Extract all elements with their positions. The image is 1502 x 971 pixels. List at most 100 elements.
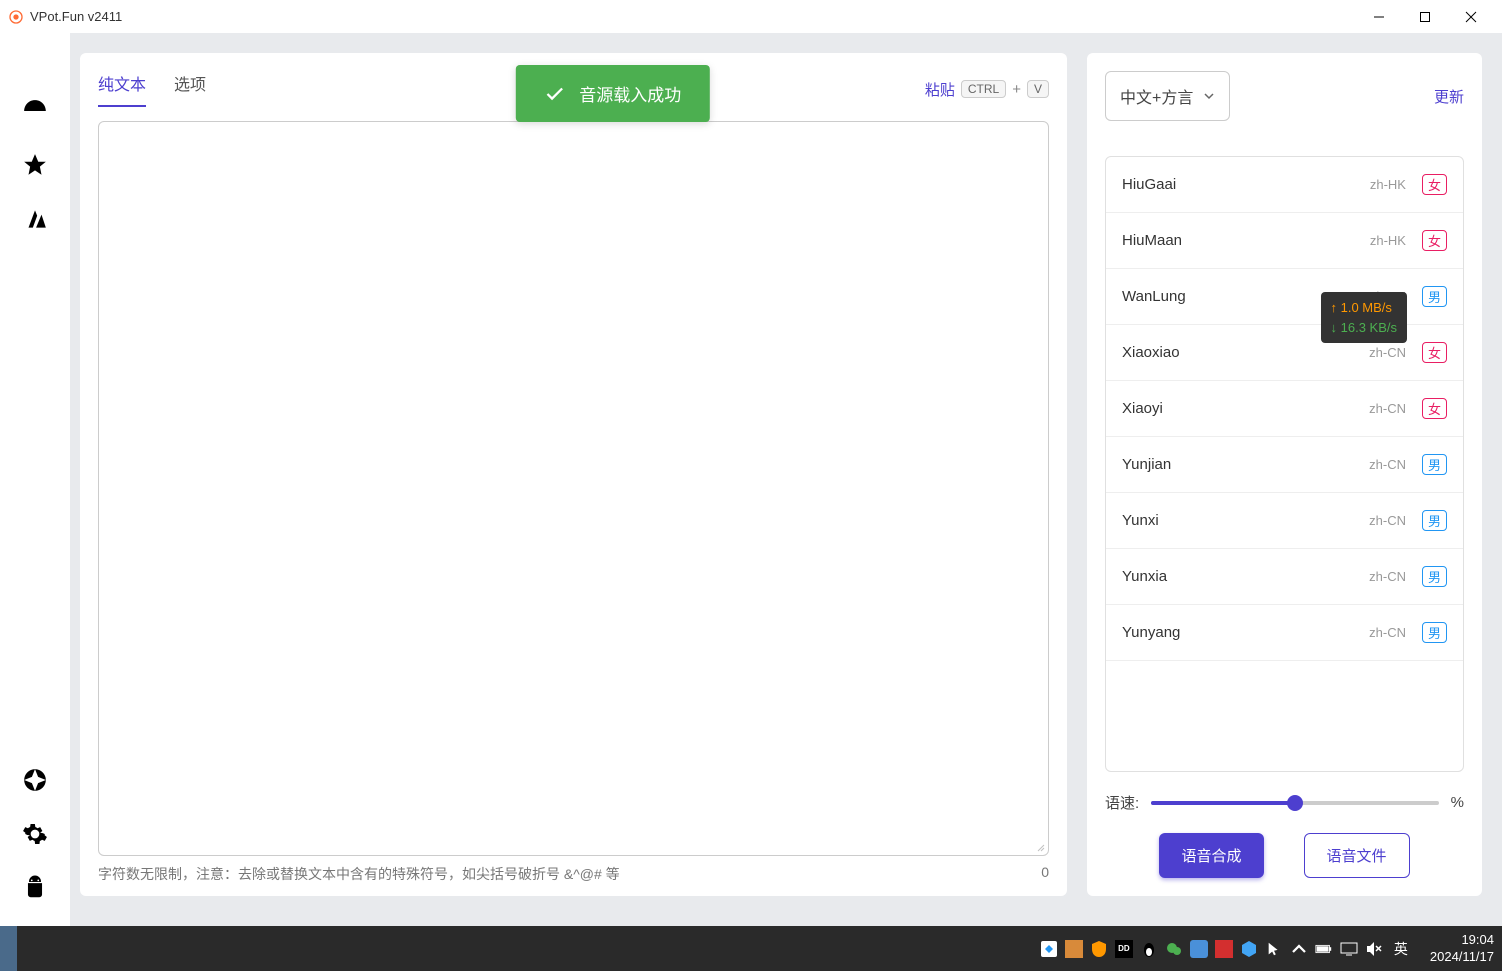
star-icon[interactable] — [22, 152, 48, 178]
voice-item[interactable]: Xiaoxiao zh-CN 女 — [1106, 325, 1463, 381]
voice-locale: zh-CN — [1369, 569, 1406, 584]
check-icon — [543, 83, 565, 105]
voice-name: Yunxi — [1122, 512, 1159, 529]
voice-name: HiuGaai — [1122, 176, 1176, 193]
gender-badge: 男 — [1422, 622, 1447, 643]
voice-name: HiuMaan — [1122, 232, 1182, 249]
maximize-button[interactable] — [1402, 1, 1448, 33]
tray-icon-window[interactable] — [1065, 940, 1083, 958]
voice-locale: zh-CN — [1369, 345, 1406, 360]
voice-name: Yunyang — [1122, 624, 1180, 641]
voice-locale: zh-HK — [1370, 233, 1406, 248]
tray-icon-diamond[interactable] — [1040, 940, 1058, 958]
gender-badge: 男 — [1422, 566, 1447, 587]
gear-icon[interactable] — [22, 821, 48, 847]
tray-expand-icon[interactable] — [1290, 940, 1308, 958]
battery-icon[interactable] — [1315, 940, 1333, 958]
screen-icon[interactable] — [1340, 940, 1358, 958]
voice-locale: zh-CN — [1369, 457, 1406, 472]
toast-text: 音源载入成功 — [579, 81, 681, 106]
synthesize-button[interactable]: 语音合成 — [1159, 833, 1263, 878]
voice-locale: zh-HK — [1370, 177, 1406, 192]
net-download: ↓ 16.3 KB/s — [1331, 318, 1397, 338]
close-button[interactable] — [1448, 1, 1494, 33]
gender-badge: 男 — [1422, 286, 1447, 307]
clock-date: 2024/11/17 — [1430, 949, 1494, 966]
aperture-icon[interactable] — [22, 767, 48, 793]
voice-item[interactable]: WanLungzh-HK男 — [1106, 269, 1463, 325]
update-link[interactable]: 更新 — [1434, 86, 1464, 107]
voice-item[interactable]: Yunjian zh-CN 男 — [1106, 437, 1463, 493]
voice-locale: zh-CN — [1369, 513, 1406, 528]
right-panel: 中文+方言 更新 HiuGaai zh-HK 女 HiuMaan zh-HK 女 WanLu… — [1087, 53, 1482, 896]
clock[interactable]: 19:04 2024/11/17 — [1430, 932, 1494, 966]
azure-icon[interactable] — [22, 206, 48, 232]
resize-handle-icon[interactable] — [1033, 840, 1045, 852]
titlebar: VPot.Fun v2411 — [0, 0, 1502, 33]
language-label: 中文+方言 — [1120, 84, 1193, 108]
volume-muted-icon[interactable] — [1365, 940, 1383, 958]
app-logo-icon — [8, 9, 24, 25]
tray-icon-wechat[interactable] — [1165, 940, 1183, 958]
hint-text: 字符数无限制，注意：去除或替换文本中含有的特殊符号，如尖括号破折号 &^@# 等 — [98, 864, 620, 884]
voice-list[interactable]: HiuGaaizh-HK女HiuMaanzh-HK女WanLungzh-HK男X… — [1105, 156, 1464, 772]
app-body: 音源载入成功 纯文本 选项 粘贴 CTRL + V 字符数无限制，注意： — [0, 33, 1502, 926]
voice-name: Xiaoxiao — [1122, 344, 1180, 361]
ime-indicator[interactable]: 英 — [1394, 939, 1408, 959]
voice-item[interactable]: Xiaoyizh-CN女 — [1106, 381, 1463, 437]
taskbar-active-app[interactable] — [0, 926, 17, 971]
voice-item[interactable]: Yunxi zh-CN 男 — [1106, 493, 1463, 549]
left-panel: 音源载入成功 纯文本 选项 粘贴 CTRL + V 字符数无限制，注意： — [80, 53, 1067, 896]
kbd-v: V — [1027, 80, 1049, 98]
gender-badge: 男 — [1422, 454, 1447, 475]
speed-label: 语速: — [1105, 792, 1139, 813]
paste-label: 粘贴 — [925, 79, 955, 100]
kbd-plus: + — [1012, 81, 1021, 98]
voice-name: Yunxia — [1122, 568, 1167, 585]
voice-locale: zh-CN — [1369, 625, 1406, 640]
text-input[interactable] — [98, 121, 1049, 856]
tray-icon-red[interactable] — [1215, 940, 1233, 958]
language-select[interactable]: 中文+方言 — [1105, 71, 1230, 121]
android-icon[interactable] — [22, 875, 48, 901]
tab-options[interactable]: 选项 — [174, 71, 206, 107]
voice-locale: zh-CN — [1369, 401, 1406, 416]
tabs: 纯文本 选项 — [98, 71, 206, 107]
tray-icon-cloud[interactable] — [1190, 940, 1208, 958]
umbrella-icon[interactable] — [22, 98, 48, 124]
net-upload: ↑ 1.0 MB/s — [1331, 298, 1397, 318]
window-title: VPot.Fun v2411 — [30, 9, 122, 24]
tray-icon-shield[interactable] — [1090, 940, 1108, 958]
speed-unit: % — [1451, 794, 1464, 811]
voice-file-button[interactable]: 语音文件 — [1304, 833, 1410, 878]
minimize-button[interactable] — [1356, 1, 1402, 33]
clock-time: 19:04 — [1430, 932, 1494, 949]
tray-icon-cursor[interactable] — [1265, 940, 1283, 958]
tray-icon-blue-hex[interactable] — [1240, 940, 1258, 958]
system-tray: DD 英 19:04 2024/11/17 — [1040, 932, 1494, 966]
left-rail — [0, 33, 70, 926]
kbd-ctrl: CTRL — [961, 80, 1006, 98]
network-tooltip: ↑ 1.0 MB/s ↓ 16.3 KB/s — [1321, 292, 1407, 343]
speed-slider[interactable] — [1151, 801, 1438, 805]
voice-item[interactable]: Yunyang zh-CN 男 — [1106, 605, 1463, 661]
gender-badge: 女 — [1422, 342, 1447, 363]
voice-name: Yunjian — [1122, 456, 1171, 473]
paste-hint[interactable]: 粘贴 CTRL + V — [925, 79, 1049, 100]
voice-name: WanLung — [1122, 288, 1186, 305]
window-controls — [1356, 1, 1494, 33]
gender-badge: 男 — [1422, 510, 1447, 531]
success-toast: 音源载入成功 — [515, 65, 709, 122]
chevron-down-icon — [1203, 90, 1215, 102]
gender-badge: 女 — [1422, 174, 1447, 195]
tab-plaintext[interactable]: 纯文本 — [98, 71, 146, 107]
voice-item[interactable]: Yunxia zh-CN 男 — [1106, 549, 1463, 605]
voice-item[interactable]: HiuGaai zh-HK 女 — [1106, 157, 1463, 213]
titlebar-left: VPot.Fun v2411 — [8, 9, 122, 25]
taskbar: DD 英 19:04 2024/11/17 — [0, 926, 1502, 971]
gender-badge: 女 — [1422, 230, 1447, 251]
tray-icon-dolby[interactable]: DD — [1115, 940, 1133, 958]
tray-icon-penguin[interactable] — [1140, 940, 1158, 958]
voice-item[interactable]: HiuMaan zh-HK 女 — [1106, 213, 1463, 269]
gender-badge: 女 — [1422, 398, 1447, 419]
